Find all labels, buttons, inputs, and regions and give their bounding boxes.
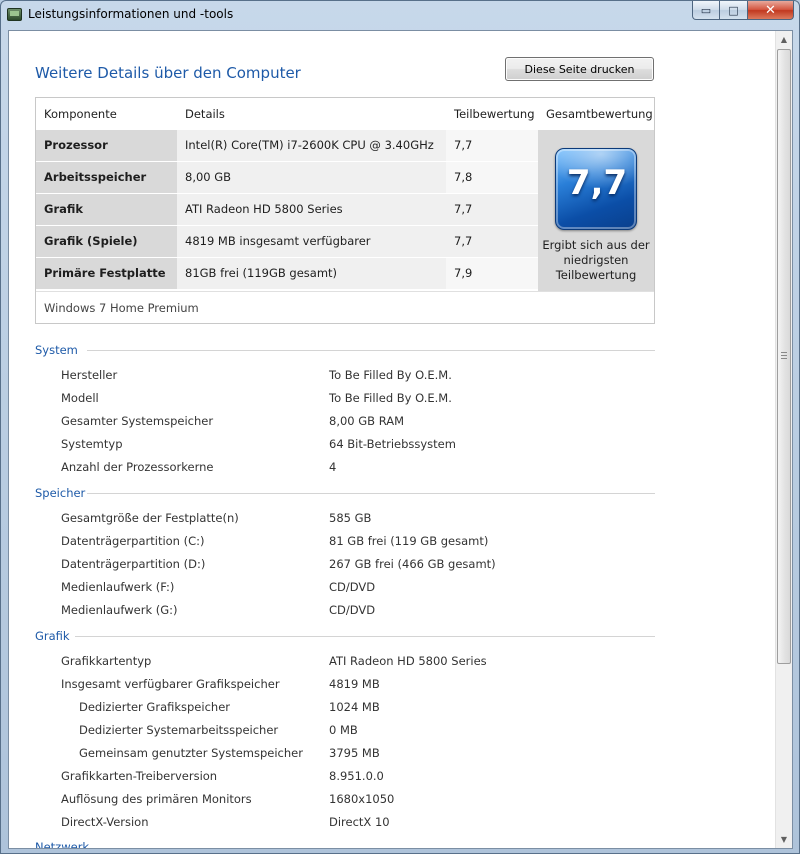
detail-label: Gesamtgröße der Festplatte(n) xyxy=(61,511,239,525)
scrollbar-thumb[interactable] xyxy=(777,49,791,664)
detail-label: Hersteller xyxy=(61,368,118,382)
section-divider xyxy=(87,350,655,351)
score-row-memory: Arbeitsspeicher (RAM) 8,00 GB 7,8 xyxy=(36,162,538,215)
app-window: Leistungsinformationen und -tools ▭ □ ✕ … xyxy=(0,0,800,854)
row-component: Prozessor xyxy=(36,130,177,161)
detail-value: ATI Radeon HD 5800 Series xyxy=(329,654,487,668)
score-badge-icon: 7,7 xyxy=(555,148,637,230)
detail-label: Grafikkarten-Treiberversion xyxy=(61,769,218,783)
maximize-button[interactable]: □ xyxy=(720,1,748,20)
client-area: Weitere Details über den Computer Diese … xyxy=(8,30,793,849)
window-title: Leistungsinformationen und -tools xyxy=(28,7,234,21)
detail-label: Dedizierter Systemarbeitsspeicher xyxy=(79,723,279,737)
overall-score-caption: Ergibt sich aus der niedrigsten Teilbewe… xyxy=(542,238,650,282)
detail-value: 3795 MB xyxy=(329,746,380,760)
detail-label: Systemtyp xyxy=(61,437,123,451)
detail-value: To Be Filled By O.E.M. xyxy=(329,391,452,405)
detail-label: Anzahl der Prozessorkerne xyxy=(61,460,214,474)
row-component: Grafik xyxy=(36,194,177,225)
detail-label: Grafikkartentyp xyxy=(61,654,152,668)
row-component: Grafik (Spiele) xyxy=(36,226,177,257)
score-row-primary-disk: Primäre Festplatte 81GB frei (119GB gesa… xyxy=(36,258,538,289)
detail-value: 4819 MB xyxy=(329,677,380,691)
row-subscore: 7,7 xyxy=(446,194,538,225)
row-details: 4819 MB insgesamt verfügbarer Grafikspei… xyxy=(177,226,446,279)
caption-buttons: ▭ □ ✕ xyxy=(692,1,794,20)
detail-label: DirectX-Version xyxy=(61,815,149,829)
detail-label: Gemeinsam genutzter Systemspeicher xyxy=(79,746,303,760)
grip-icon xyxy=(781,352,787,359)
detail-value: 0 MB xyxy=(329,723,358,737)
row-subscore: 7,7 xyxy=(446,226,538,257)
section-title-network: Netzwerk xyxy=(35,840,90,849)
detail-value: CD/DVD xyxy=(329,580,376,594)
row-component: Primäre Festplatte xyxy=(36,258,177,289)
maximize-icon: □ xyxy=(728,3,739,17)
row-details: ATI Radeon HD 5800 Series xyxy=(177,194,446,225)
detail-label: Dedizierter Grafikspeicher xyxy=(79,700,230,714)
detail-value: 1680x1050 xyxy=(329,792,395,806)
section-title-graphics: Grafik xyxy=(35,629,70,643)
scroll-down-icon[interactable]: ▼ xyxy=(776,831,792,848)
score-row-graphics: Grafik ATI Radeon HD 5800 Series 7,7 xyxy=(36,194,538,225)
overall-score-value: 7,7 xyxy=(566,163,628,203)
detail-label: Datenträgerpartition (C:) xyxy=(61,534,205,548)
scroll-up-icon[interactable]: ▲ xyxy=(776,31,792,48)
detail-value: 8,00 GB RAM xyxy=(329,414,405,428)
row-subscore: 7,9 xyxy=(446,258,538,289)
detail-value: 1024 MB xyxy=(329,700,380,714)
detail-value: 4 xyxy=(329,460,337,474)
minimize-button[interactable]: ▭ xyxy=(692,1,720,20)
detail-label: Insgesamt verfügbarer Grafikspeicher xyxy=(61,677,280,691)
detail-label: Modell xyxy=(61,391,99,405)
score-row-processor: Prozessor Intel(R) Core(TM) i7-2600K CPU… xyxy=(36,130,538,161)
details-page: Weitere Details über den Computer Diese … xyxy=(9,31,776,848)
vertical-scrollbar[interactable]: ▲ ▼ xyxy=(775,31,792,848)
detail-value: 8.951.0.0 xyxy=(329,769,384,783)
detail-label: Medienlaufwerk (F:) xyxy=(61,580,175,594)
print-page-button[interactable]: Diese Seite drucken xyxy=(505,57,654,81)
section-divider xyxy=(75,636,655,637)
score-table: Komponente Details Teilbewertung Gesamtb… xyxy=(35,97,655,324)
close-icon: ✕ xyxy=(765,2,776,18)
detail-label: Medienlaufwerk (G:) xyxy=(61,603,178,617)
row-subscore: 7,7 xyxy=(446,130,538,161)
overall-score-panel: 7,7 Ergibt sich aus der niedrigsten Teil… xyxy=(538,130,654,291)
section-divider xyxy=(87,493,655,494)
row-details: 81GB frei (119GB gesamt) xyxy=(177,258,446,289)
divider xyxy=(36,291,654,292)
performance-app-icon xyxy=(7,8,22,21)
detail-value: 81 GB frei (119 GB gesamt) xyxy=(329,534,489,548)
row-subscore: 7,8 xyxy=(446,162,538,193)
section-title-storage: Speicher xyxy=(35,486,86,500)
page-title: Weitere Details über den Computer xyxy=(35,64,301,82)
row-details: 8,00 GB xyxy=(177,162,446,193)
title-bar[interactable]: Leistungsinformationen und -tools ▭ □ ✕ xyxy=(1,1,799,29)
minimize-icon: ▭ xyxy=(700,3,712,17)
detail-label: Datenträgerpartition (D:) xyxy=(61,557,206,571)
detail-value: 267 GB frei (466 GB gesamt) xyxy=(329,557,496,571)
header-subscore: Teilbewertung xyxy=(454,107,535,121)
detail-value: To Be Filled By O.E.M. xyxy=(329,368,452,382)
header-details: Details xyxy=(185,107,225,121)
score-table-header: Komponente Details Teilbewertung Gesamtb… xyxy=(36,98,654,129)
detail-value: CD/DVD xyxy=(329,603,376,617)
detail-value: 64 Bit-Betriebssystem xyxy=(329,437,456,451)
detail-label: Gesamter Systemspeicher xyxy=(61,414,214,428)
windows-edition: Windows 7 Home Premium xyxy=(44,301,199,315)
detail-label: Auflösung des primären Monitors xyxy=(61,792,252,806)
section-title-system: System xyxy=(35,343,78,357)
close-button[interactable]: ✕ xyxy=(748,1,794,20)
detail-value: 585 GB xyxy=(329,511,372,525)
score-row-gaming-graphics: Grafik (Spiele) 4819 MB insgesamt verfüg… xyxy=(36,226,538,279)
header-component: Komponente xyxy=(44,107,117,121)
row-details: Intel(R) Core(TM) i7-2600K CPU @ 3.40GHz xyxy=(177,130,446,161)
row-component: Arbeitsspeicher (RAM) xyxy=(36,162,177,215)
header-overall: Gesamtbewertung xyxy=(546,107,653,121)
detail-value: DirectX 10 xyxy=(329,815,390,829)
